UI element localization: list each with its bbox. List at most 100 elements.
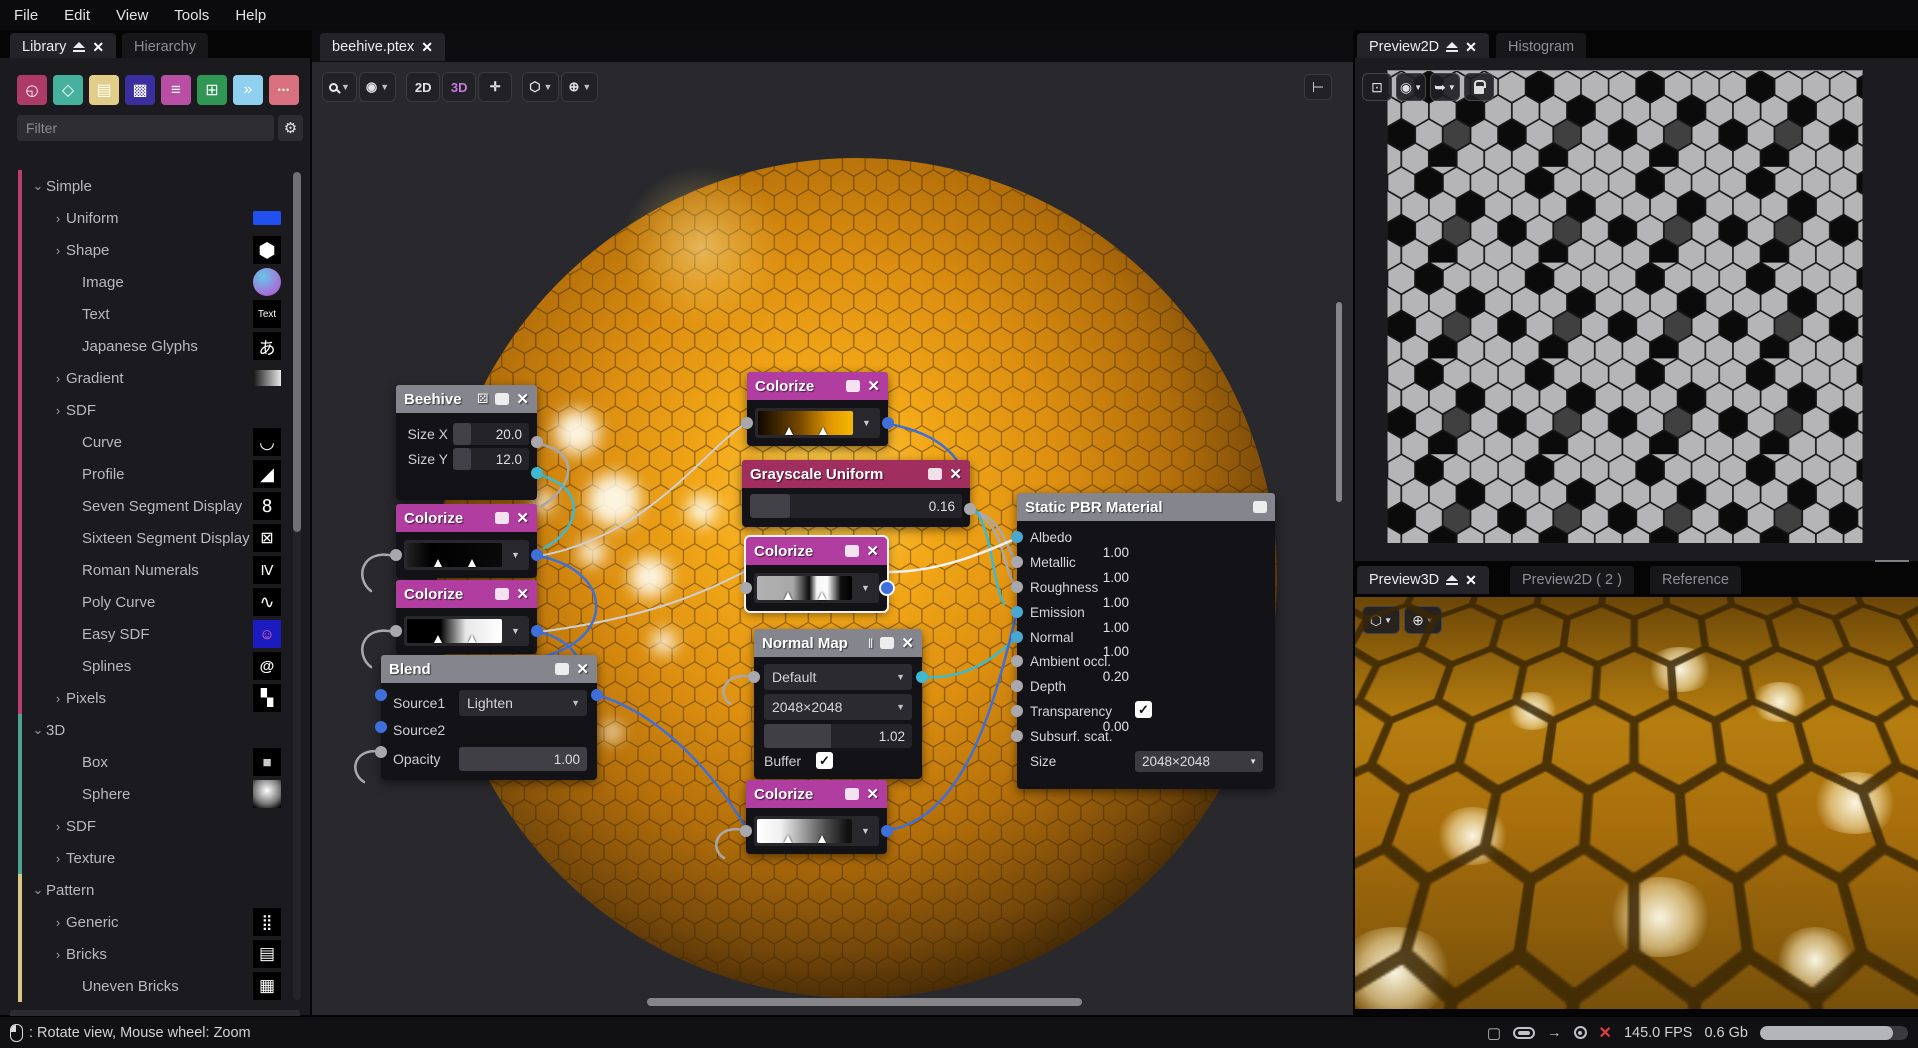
node-blend[interactable]: Blend ✕ Source1 Lighten ▼ Source2 Opacit… (381, 655, 597, 780)
library-tree-item[interactable]: Sphere (0, 778, 310, 810)
map-icon[interactable]: ⊞ (197, 75, 227, 105)
close-icon[interactable]: ✕ (866, 542, 879, 560)
close-icon[interactable]: ✕ (901, 634, 914, 652)
gradient-dropdown-icon[interactable]: ▼ (505, 543, 526, 567)
tree-expand-arrow[interactable]: › (50, 243, 66, 258)
gradient-editor[interactable]: ▼ (755, 408, 880, 438)
close-icon[interactable]: ✕ (516, 509, 529, 527)
tree-expand-arrow[interactable]: › (50, 915, 66, 930)
input-port[interactable] (740, 825, 752, 837)
input-port-source1[interactable] (375, 689, 387, 701)
tab-histogram[interactable]: Histogram (1496, 33, 1586, 61)
node-colorize-2[interactable]: Colorize ✕ ▼ (396, 580, 537, 654)
library-tree-item[interactable]: › Texture (0, 842, 310, 874)
graph-layout-button[interactable]: ⊢ (1304, 74, 1332, 100)
horizontal-scrollbar[interactable] (647, 998, 1082, 1006)
preview-toggle-icon[interactable] (495, 588, 509, 600)
resolution-dropdown[interactable]: 2048×2048 ▼ (764, 694, 912, 720)
close-icon[interactable]: ✕ (92, 39, 104, 56)
input-port[interactable] (741, 417, 753, 429)
size-dropdown[interactable]: 2048×2048 ▼ (1135, 751, 1263, 772)
close-icon[interactable]: ✕ (1465, 572, 1477, 589)
library-tree-item[interactable]: Box ■ (0, 746, 310, 778)
strength-slider[interactable]: 1.02 (764, 724, 912, 748)
node-static-pbr-material[interactable]: Static PBR Material Albedo Metallic 1.00… (1017, 493, 1275, 789)
pattern-icon[interactable]: ▤ (89, 75, 119, 105)
close-icon[interactable]: ✕ (516, 390, 529, 408)
menu-item[interactable]: Edit (64, 7, 90, 24)
node-grayscale-uniform[interactable]: Grayscale Uniform ✕ 0.16 (742, 460, 970, 527)
gradient-editor[interactable]: ▼ (404, 540, 529, 570)
node-colorize-1[interactable]: Colorize ✕ ▼ (396, 504, 537, 578)
lock-button[interactable] (1464, 73, 1494, 101)
library-tree-item[interactable]: Roman Numerals Ⅳ (0, 554, 310, 586)
output-port[interactable] (591, 689, 603, 701)
target-ring-icon[interactable] (1574, 1026, 1587, 1039)
opacity-slider[interactable]: 1.00 (459, 747, 587, 771)
gradient-editor[interactable]: ▼ (404, 616, 529, 646)
output-port[interactable] (881, 825, 893, 837)
gradient-strip[interactable] (758, 411, 853, 435)
preview-toggle-icon[interactable] (495, 512, 509, 524)
library-tree-item[interactable]: Poly Curve ∿ (0, 586, 310, 618)
size-x-slider[interactable]: 20.0 (453, 423, 529, 445)
output-port-normal[interactable] (531, 467, 543, 479)
view-options-button[interactable]: ◉▼ (359, 72, 396, 102)
library-tree-item[interactable]: Easy SDF ☺ (0, 618, 310, 650)
output-port[interactable] (881, 582, 893, 594)
gradient-dropdown-icon[interactable]: ▼ (855, 819, 876, 843)
input-port[interactable] (748, 671, 760, 683)
library-tree-item[interactable]: Curve ◡ (0, 426, 310, 458)
format-dropdown[interactable]: Default ▼ (764, 664, 912, 690)
output-port-grayscale[interactable] (531, 436, 543, 448)
input-port-normal[interactable] (1011, 631, 1023, 643)
library-tree-item[interactable]: ⌄ Pattern (0, 874, 310, 906)
value-slider[interactable]: 0.16 (750, 494, 962, 518)
menu-item[interactable]: View (116, 7, 148, 24)
library-tree-item[interactable]: ⌄ Simple (0, 170, 310, 202)
library-tree-item[interactable]: Uneven Bricks ▦ (0, 970, 310, 1002)
gradient-strip[interactable] (407, 619, 502, 643)
gradient-strip[interactable] (757, 576, 852, 600)
workflow-icon[interactable]: » (233, 75, 263, 105)
close-icon[interactable]: ✕ (949, 465, 962, 483)
close-icon[interactable]: ✕ (576, 660, 589, 678)
pan-mode-button[interactable]: ✛ (478, 72, 512, 102)
gradient-dropdown-icon[interactable]: ▼ (855, 576, 876, 600)
preview-3d-button[interactable]: 3D (442, 72, 476, 102)
preview-toggle-icon[interactable] (845, 545, 859, 557)
environment-dropdown-button[interactable]: ⊕▼ (1404, 606, 1442, 634)
tab-library[interactable]: Library ✕ (10, 33, 116, 61)
size-y-slider[interactable]: 12.0 (453, 448, 529, 470)
chain-link-icon[interactable] (1513, 1027, 1535, 1039)
node-normal-map[interactable]: Normal Map ‖ ✕ Default ▼ 2048×2048 ▼ (754, 629, 922, 779)
menu-item[interactable]: File (14, 7, 38, 24)
tree-expand-arrow[interactable]: ⌄ (30, 722, 46, 738)
library-tree-item[interactable]: Sixteen Segment Display ⊠ (0, 522, 310, 554)
tree-scrollbar-thumb[interactable] (293, 172, 301, 532)
library-tree-item[interactable]: › Shape ⬢ (0, 234, 310, 266)
preview3d-viewport[interactable]: ⬡▼ ⊕▼ (1355, 597, 1918, 1009)
model-dropdown-button[interactable]: ⬡▼ (1362, 606, 1400, 634)
library-tree-item[interactable]: Seven Segment Display 8 (0, 490, 310, 522)
gradient-strip[interactable] (757, 819, 852, 843)
library-tree-item[interactable]: › Bricks ▤ (0, 938, 310, 970)
filter-icon[interactable]: ≡ (161, 75, 191, 105)
library-tree-item[interactable]: › SDF (0, 394, 310, 426)
export-button[interactable]: ➥▼ (1430, 73, 1460, 101)
input-port[interactable] (390, 549, 402, 561)
preview-toggle-icon[interactable] (555, 663, 569, 675)
output-port[interactable] (531, 549, 543, 561)
tree-expand-arrow[interactable]: › (50, 403, 66, 418)
gear-icon[interactable]: ⚙ (278, 115, 303, 141)
close-icon[interactable]: ✕ (421, 39, 433, 56)
input-port-emission[interactable] (1011, 606, 1023, 618)
tab-hierarchy[interactable]: Hierarchy (122, 33, 208, 61)
tab-preview2d[interactable]: Preview2D ✕ (1357, 33, 1489, 61)
eject-icon[interactable] (1446, 42, 1458, 53)
input-port-subsurface[interactable] (1011, 730, 1023, 742)
preview-toggle-icon[interactable] (880, 637, 894, 649)
library-tree-item[interactable]: Profile ◢ (0, 458, 310, 490)
node-colorize-4[interactable]: Colorize ✕ ▼ (746, 537, 887, 611)
tree-expand-arrow[interactable]: › (50, 211, 66, 226)
